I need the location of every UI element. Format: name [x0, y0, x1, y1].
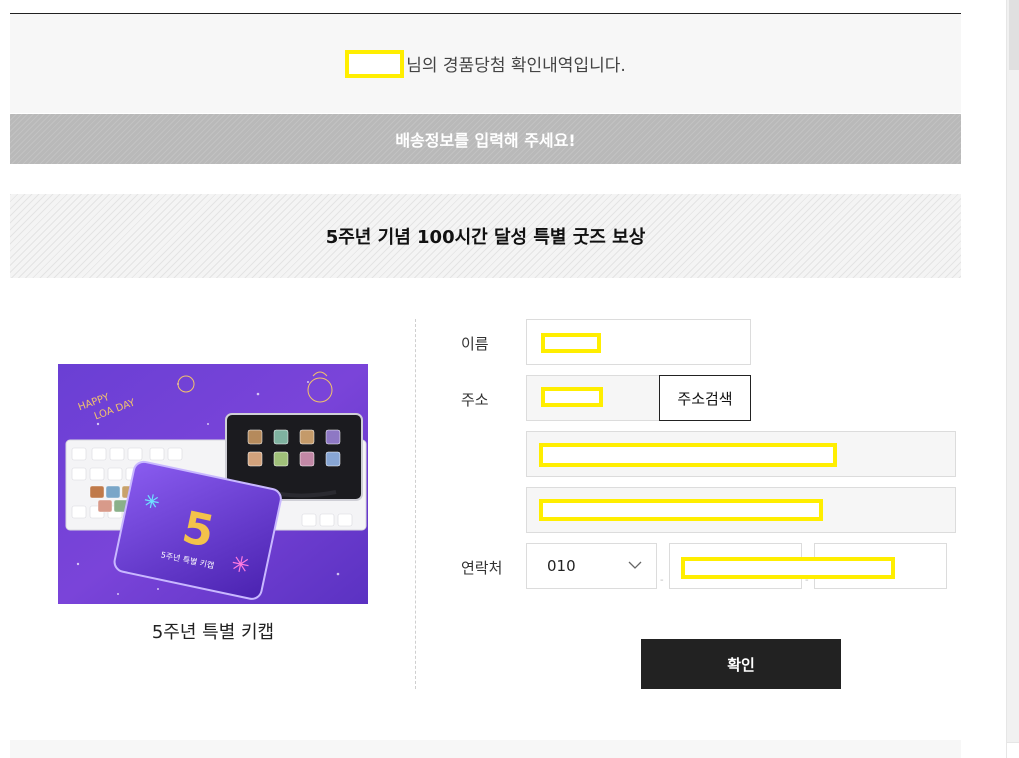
chevron-down-icon — [628, 561, 642, 569]
winner-banner: 님의 경품당첨 확인내역입니다. — [10, 14, 961, 113]
postcode-input[interactable] — [526, 375, 660, 421]
delivery-info-bar: 배송정보를 입력해 주세요! — [10, 114, 961, 164]
reward-title-box: 5주년 기념 100시간 달성 특별 굿즈 보상 — [10, 194, 961, 278]
winner-banner-text: 님의 경품당첨 확인내역입니다. — [406, 56, 626, 76]
address-line2-redacted — [539, 499, 823, 521]
phone-redacted — [681, 557, 895, 579]
product-card: HAPPY LOA DAY 5 5주년 특별 키캡 5주년 특별 키캡 — [58, 364, 368, 644]
keycap-product-image: HAPPY LOA DAY 5 5주년 특별 키캡 — [58, 364, 368, 604]
phone-label: 연락처 — [461, 559, 503, 577]
name-redacted — [541, 333, 601, 353]
phone-prefix-value: 010 — [547, 557, 576, 575]
name-label: 이름 — [461, 335, 489, 353]
bottom-section — [10, 740, 961, 758]
product-name: 5주년 특별 키캡 — [151, 622, 275, 643]
phone-dash-1: - — [660, 575, 664, 586]
address-label: 주소 — [461, 391, 489, 409]
reward-title: 5주년 기념 100시간 달성 특별 굿즈 보상 — [325, 227, 646, 248]
winner-name-redacted — [345, 49, 405, 78]
scrollbar[interactable] — [1006, 0, 1019, 758]
page: 님의 경품당첨 확인내역입니다. 배송정보를 입력해 주세요! 5주년 기념 1… — [0, 0, 1019, 758]
name-input[interactable] — [526, 319, 751, 365]
address-line1-input[interactable] — [526, 431, 956, 477]
phone-prefix-select[interactable]: 010 — [526, 543, 657, 589]
address-line1-redacted — [539, 443, 837, 467]
delivery-info-text: 배송정보를 입력해 주세요! — [395, 131, 576, 150]
scrollbar-thumb[interactable] — [1009, 0, 1019, 70]
address-search-button[interactable]: 주소검색 — [659, 375, 751, 421]
confirm-button[interactable]: 확인 — [641, 639, 841, 689]
scrollbar-corner — [1006, 742, 1019, 758]
vertical-divider — [415, 319, 416, 689]
address-line2-input[interactable] — [526, 487, 956, 533]
postcode-redacted — [541, 387, 603, 407]
phone-middle-input[interactable] — [669, 543, 895, 589]
